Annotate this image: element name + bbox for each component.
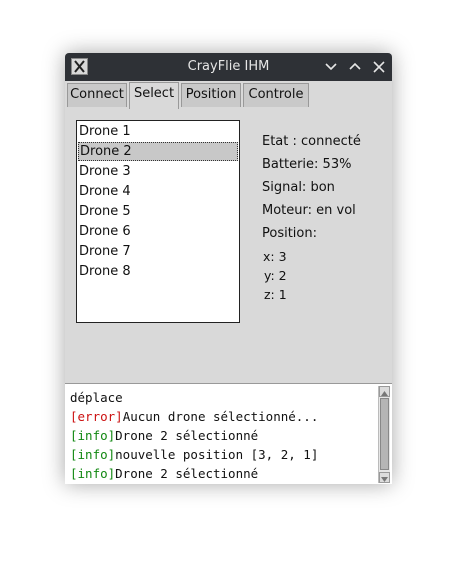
close-icon[interactable]: [370, 58, 388, 76]
tab-connect[interactable]: Connect: [67, 83, 127, 107]
status-batterie: Batterie: 53%: [262, 157, 352, 172]
scroll-down-icon[interactable]: [379, 472, 390, 483]
status-signal: Signal: bon: [262, 180, 335, 195]
list-item[interactable]: Drone 1: [78, 122, 238, 141]
log-tag-info: [info]: [70, 447, 116, 462]
status-etat: Etat : connecté: [262, 134, 361, 149]
list-item[interactable]: Drone 7: [78, 242, 238, 261]
tab-controle[interactable]: Controle: [243, 83, 309, 107]
maximize-icon[interactable]: [346, 58, 364, 76]
position-x: x: 3: [263, 249, 287, 264]
log-line: [info]Drone 2 sélectionné: [70, 466, 258, 481]
log-text: déplace: [70, 390, 123, 405]
list-item[interactable]: Drone 6: [78, 222, 238, 241]
list-item[interactable]: Drone 5: [78, 202, 238, 221]
title-bar[interactable]: CrayFlie IHM: [65, 53, 392, 81]
tab-select[interactable]: Select: [129, 82, 179, 109]
log-text: Drone 2 sélectionné: [115, 428, 259, 443]
log-text: nouvelle position [3, 2, 1]: [115, 447, 319, 462]
log-text: Drone 2 sélectionné: [115, 466, 259, 481]
position-z: z: 1: [264, 287, 287, 302]
scroll-thumb[interactable]: [380, 398, 389, 470]
log-text: Aucun drone sélectionné...: [122, 409, 319, 424]
log-line: [info]nouvelle position [3, 2, 1]: [70, 447, 318, 462]
log-line: [error]Aucun drone sélectionné...: [70, 409, 318, 424]
drone-list[interactable]: Drone 1 Drone 2 Drone 3 Drone 4 Drone 5 …: [76, 120, 240, 323]
app-window: CrayFlie IHM Connect Select Position Con…: [65, 53, 392, 484]
list-item[interactable]: Drone 4: [78, 182, 238, 201]
list-item[interactable]: Drone 8: [78, 262, 238, 281]
status-moteur: Moteur: en vol: [262, 203, 356, 218]
list-item[interactable]: Drone 3: [78, 162, 238, 181]
list-item-selected[interactable]: Drone 2: [78, 142, 238, 161]
scroll-up-icon[interactable]: [379, 386, 390, 397]
position-y: y: 2: [264, 268, 287, 283]
log-scrollbar[interactable]: [378, 386, 390, 483]
log-tag-error: [error]: [70, 409, 123, 424]
minimize-icon[interactable]: [322, 58, 340, 76]
tab-position[interactable]: Position: [181, 83, 241, 107]
window-title: CrayFlie IHM: [187, 59, 270, 74]
log-tag-info: [info]: [70, 428, 116, 443]
tab-bar: Connect Select Position Controle: [65, 81, 392, 109]
log-tag-info: [info]: [70, 466, 116, 481]
position-label: Position:: [262, 226, 317, 241]
log-console[interactable]: déplace [error]Aucun drone sélectionné..…: [65, 383, 392, 484]
log-line: [info]Drone 2 sélectionné: [70, 428, 258, 443]
log-line: déplace: [70, 390, 123, 405]
